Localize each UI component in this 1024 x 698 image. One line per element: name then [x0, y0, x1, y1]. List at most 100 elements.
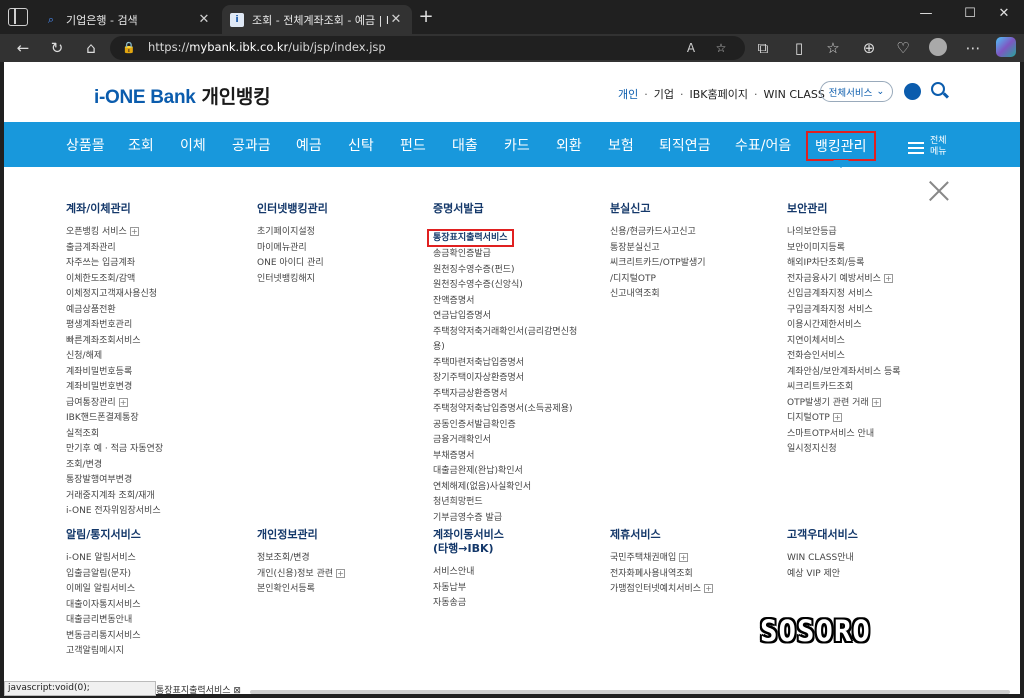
- menu-item[interactable]: IBK핸드폰결제통장 실적조회: [66, 411, 236, 442]
- menu-item[interactable]: OTP발생기 관련 거래 +: [787, 396, 957, 412]
- menu-item[interactable]: 공동인증서발급확인증: [433, 418, 603, 434]
- browser-essentials-icon[interactable]: ♡: [892, 37, 914, 59]
- expand-plus-icon[interactable]: +: [883, 273, 893, 283]
- favorites-icon[interactable]: ☆: [822, 37, 844, 59]
- tab-actions-icon[interactable]: [8, 8, 28, 26]
- expand-plus-icon[interactable]: +: [679, 553, 689, 562]
- minimize-button[interactable]: —: [912, 4, 940, 24]
- favorite-star-icon[interactable]: ☆: [712, 39, 730, 57]
- menu-item[interactable]: 잔액증명서: [433, 294, 603, 310]
- home-button[interactable]: ⌂: [80, 37, 102, 59]
- reload-button[interactable]: ↻: [46, 37, 68, 59]
- menu-item[interactable]: 계좌비밀번호등록: [66, 365, 236, 381]
- close-icon[interactable]: ✕: [388, 12, 404, 27]
- menu-item[interactable]: 오픈뱅킹 서비스 +: [66, 225, 236, 241]
- menu-item[interactable]: 씨크리트카드조회: [787, 380, 957, 396]
- menu-item[interactable]: 가맹점인터넷예치서비스 +: [610, 582, 780, 598]
- menu-item[interactable]: i-ONE 알림서비스: [66, 551, 236, 567]
- menu-item[interactable]: 씨크리트카드/OTP발생기 /디지털OTP: [610, 256, 780, 287]
- nav-item[interactable]: 예금: [296, 135, 322, 155]
- menu-item[interactable]: 거래중지계좌 조회/재개: [66, 489, 236, 505]
- menu-item[interactable]: 전자화폐사용내역조회: [610, 567, 780, 583]
- link-win-class[interactable]: WIN CLASS: [763, 88, 824, 101]
- nav-item-banking-management[interactable]: 뱅킹관리: [806, 131, 876, 161]
- nav-item[interactable]: 상품몰: [66, 135, 105, 155]
- new-tab-button[interactable]: +: [416, 8, 436, 28]
- menu-item[interactable]: 원천징수영수증(신앙식): [433, 278, 603, 294]
- menu-item[interactable]: 국민주택채권매입 +: [610, 551, 780, 567]
- menu-item[interactable]: 주택마련저축납입증명서: [433, 356, 603, 372]
- nav-item[interactable]: 퇴직연금: [659, 135, 711, 155]
- menu-item[interactable]: 고객알림메시지: [66, 644, 236, 660]
- menu-item[interactable]: 평생계좌번호관리: [66, 318, 236, 334]
- menu-column-title[interactable]: 계좌/이체관리: [66, 202, 236, 216]
- menu-item-passbook-cover-print[interactable]: 통장표지출력서비스: [427, 229, 514, 247]
- menu-item[interactable]: 일시정지신청: [787, 442, 957, 458]
- tab-search[interactable]: ⌕ 기업은행 - 검색 ✕: [36, 5, 220, 34]
- menu-item[interactable]: 빠른계좌조회서비스 신청/해제: [66, 334, 236, 365]
- expand-plus-icon[interactable]: +: [871, 397, 881, 407]
- menu-item[interactable]: 주택자금상환증명서: [433, 387, 603, 403]
- menu-item[interactable]: 보안이미지등록: [787, 241, 957, 257]
- expand-plus-icon[interactable]: +: [704, 584, 714, 593]
- menu-item[interactable]: WIN CLASS안내: [787, 551, 957, 567]
- search-icon[interactable]: [931, 82, 945, 96]
- maximize-button[interactable]: ☐: [956, 4, 984, 24]
- menu-item[interactable]: 나의보안등급: [787, 225, 957, 241]
- window-close-button[interactable]: ✕: [990, 4, 1018, 24]
- read-aloud-icon[interactable]: A: [682, 39, 700, 57]
- link-ibk-home[interactable]: IBK홈페이지: [690, 86, 748, 102]
- menu-item[interactable]: 통장발행여부변경: [66, 473, 236, 489]
- link-personal[interactable]: 개인: [618, 86, 638, 102]
- menu-item[interactable]: 본인확인서등록: [257, 582, 427, 598]
- extensions-icon[interactable]: ⧉: [752, 37, 774, 59]
- split-screen-icon[interactable]: ▯: [788, 37, 810, 59]
- menu-item[interactable]: 대출금완제(완납)확인서: [433, 464, 603, 480]
- close-icon[interactable]: ⊠: [233, 686, 241, 696]
- close-icon[interactable]: ✕: [196, 12, 212, 27]
- menu-item[interactable]: 대출이자통지서비스: [66, 598, 236, 614]
- menu-item[interactable]: 출금계좌관리: [66, 241, 236, 257]
- menu-item[interactable]: 스마트OTP서비스 안내: [787, 427, 957, 443]
- menu-item[interactable]: 예금상품전환: [66, 303, 236, 319]
- nav-item[interactable]: 이체: [180, 135, 206, 155]
- menu-item[interactable]: 원천징수영수증(펀드): [433, 263, 603, 279]
- menu-item[interactable]: 청년희망펀드 기부금영수증 발급: [433, 495, 603, 526]
- menu-item[interactable]: 해외IP차단조회/등록: [787, 256, 957, 272]
- menu-item[interactable]: 계좌안심/보안계좌서비스 등록: [787, 365, 957, 381]
- bottom-tab-label[interactable]: 통장표지출력서비스 ⊠: [156, 683, 241, 696]
- close-icon[interactable]: [928, 180, 950, 202]
- nav-item[interactable]: 신탁: [348, 135, 374, 155]
- menu-item[interactable]: 초기페이지설정: [257, 225, 427, 241]
- nav-item[interactable]: 조회: [128, 135, 154, 155]
- menu-item[interactable]: 신입금계좌지정 서비스: [787, 287, 957, 303]
- menu-item[interactable]: 자동납부: [433, 581, 603, 597]
- menu-item[interactable]: 변동금리통지서비스: [66, 629, 236, 645]
- menu-item[interactable]: 이메일 알림서비스: [66, 582, 236, 598]
- menu-item[interactable]: 전자금융사기 예방서비스 +: [787, 272, 957, 288]
- globe-icon[interactable]: [904, 83, 921, 100]
- all-services-dropdown[interactable]: 전체서비스 ⌄: [820, 81, 893, 102]
- nav-item[interactable]: 보험: [608, 135, 634, 155]
- menu-item[interactable]: 지연이체서비스: [787, 334, 957, 350]
- expand-plus-icon[interactable]: +: [118, 397, 128, 407]
- address-bar[interactable]: 🔒 https://mybank.ibk.co.kr/uib/jsp/index…: [110, 36, 745, 60]
- menu-item[interactable]: 디지털OTP +: [787, 411, 957, 427]
- menu-item[interactable]: 개인(신용)정보 관련 +: [257, 567, 427, 583]
- menu-item[interactable]: i-ONE 전자위임장서비스: [66, 504, 236, 520]
- nav-item[interactable]: 대출: [452, 135, 478, 155]
- nav-item[interactable]: 외환: [556, 135, 582, 155]
- menu-column-title[interactable]: 알림/통지서비스: [66, 528, 236, 542]
- collections-icon[interactable]: ⊕: [858, 37, 880, 59]
- menu-item[interactable]: 신용/현금카드사고신고: [610, 225, 780, 241]
- menu-item[interactable]: 송금확인증발급: [433, 247, 603, 263]
- more-menu-icon[interactable]: ⋯: [962, 37, 984, 59]
- menu-item[interactable]: 정보조회/변경: [257, 551, 427, 567]
- copilot-icon[interactable]: [996, 37, 1016, 57]
- expand-plus-icon[interactable]: +: [832, 413, 842, 422]
- menu-item[interactable]: 연체해제(없음)사실확인서: [433, 480, 603, 496]
- menu-item[interactable]: 주택청약저축거래확인서(금리감면신청 용): [433, 325, 603, 356]
- all-menu-label[interactable]: 전체 메뉴: [930, 136, 950, 158]
- menu-item[interactable]: 연금납입증명서: [433, 309, 603, 325]
- menu-item[interactable]: 이용시간제한서비스: [787, 318, 957, 334]
